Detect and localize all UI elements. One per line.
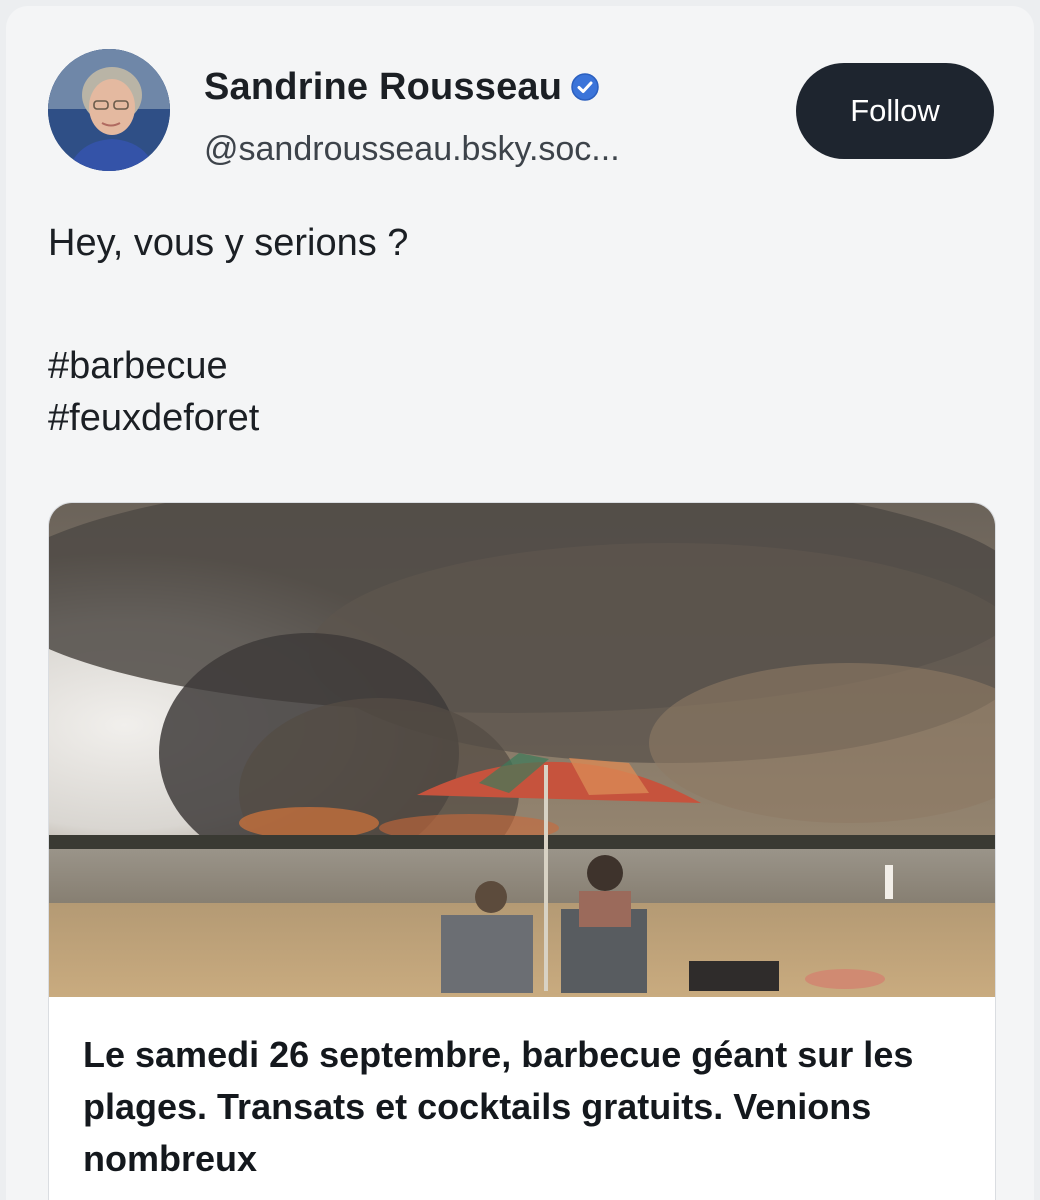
embed-title[interactable]: Le samedi 26 septembre, barbecue géant s… [83,1029,973,1185]
author-name-row[interactable]: Sandrine Rousseau [204,66,600,109]
post-card: Sandrine Rousseau @sandrousseau.bsky.soc… [6,6,1034,1200]
avatar[interactable] [48,49,170,171]
author-handle[interactable]: @sandrousseau.bsky.soc... [204,130,620,169]
post-text: Hey, vous y serions ? #barbecue #feuxdef… [48,217,408,444]
post-text-line: Hey, vous y serions ? [48,222,409,264]
screen: Sandrine Rousseau @sandrousseau.bsky.soc… [0,0,1040,1200]
follow-button[interactable]: Follow [796,63,994,159]
embed-photo-beach-wildfire[interactable] [49,503,995,997]
author-name[interactable]: Sandrine Rousseau [204,66,562,108]
hashtag-feuxdeforet[interactable]: #feuxdeforet [48,392,408,444]
link-embed-card[interactable]: Le samedi 26 septembre, barbecue géant s… [48,502,996,1200]
hashtag-barbecue[interactable]: #barbecue [48,340,408,392]
verified-badge-icon [571,73,599,101]
avatar-image [48,49,170,171]
